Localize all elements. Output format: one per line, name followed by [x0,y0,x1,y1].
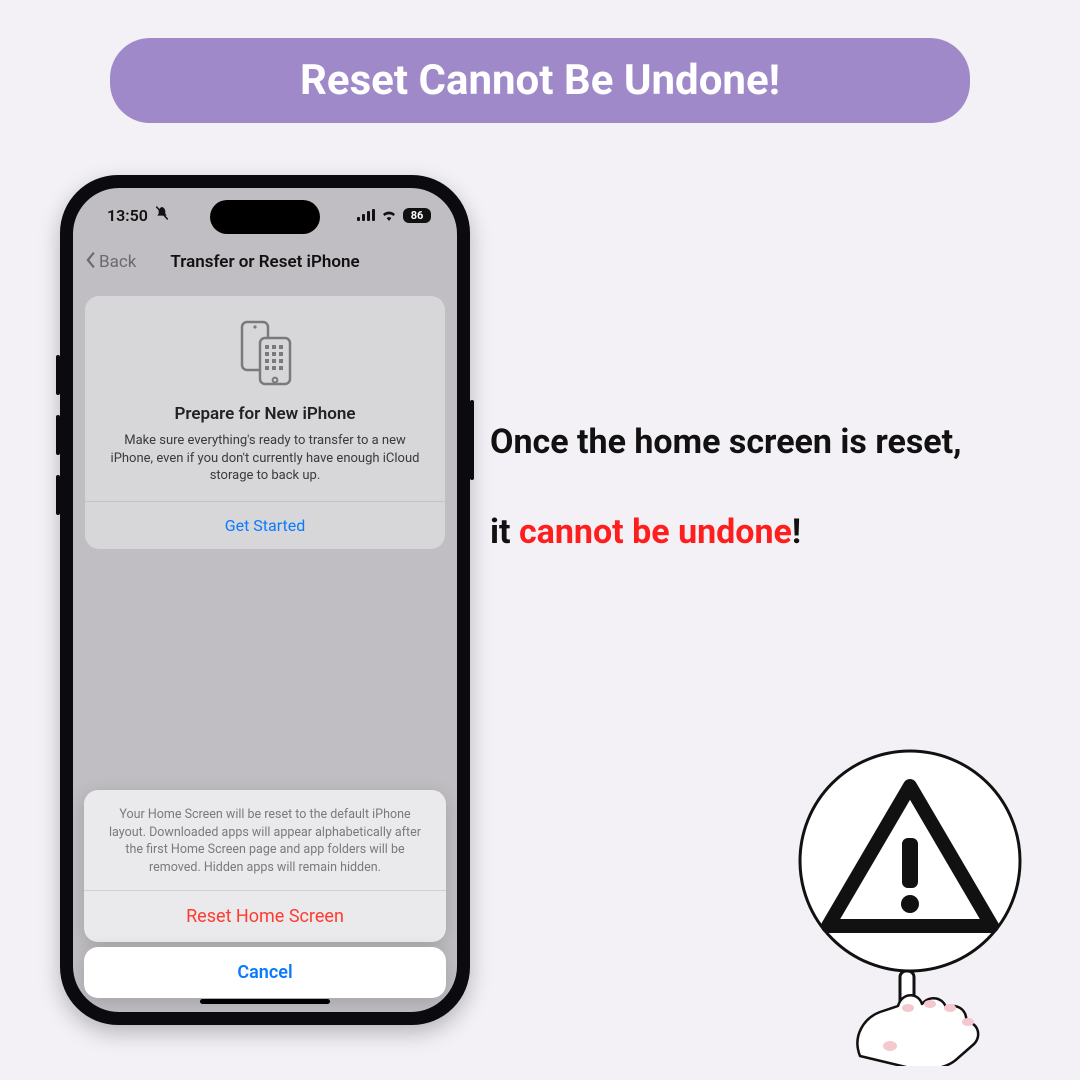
devices-icon [85,296,445,398]
explainer-copy: Once the home screen is reset, it cannot… [490,420,1050,554]
explainer-line2-prefix: it [490,512,519,552]
explainer-line2: it cannot be undone! [490,510,1050,554]
prepare-body: Make sure everything's ready to transfer… [107,432,423,485]
explainer-line2-suffix: ! [792,512,801,552]
iphone-screen: 13:50 86 Bac [73,188,457,1012]
cancel-button[interactable]: Cancel [84,947,446,998]
navigation-bar: Back Transfer or Reset iPhone [73,242,457,282]
get-started-button[interactable]: Get Started [85,501,445,549]
reset-home-screen-button[interactable]: Reset Home Screen [84,890,446,942]
headline-banner: Reset Cannot Be Undone! [110,38,970,123]
warning-sign-illustration [740,746,1040,1066]
silent-icon [154,205,170,225]
headline-text: Reset Cannot Be Undone! [300,56,780,105]
explainer-line2-emph: cannot be undone [519,512,792,552]
action-sheet-message: Your Home Screen will be reset to the de… [84,790,446,890]
home-indicator [200,999,330,1004]
dynamic-island [210,200,320,234]
prepare-heading: Prepare for New iPhone [105,404,425,424]
back-button[interactable]: Back [83,251,136,274]
explainer-line1: Once the home screen is reset, [490,420,1050,464]
nav-title: Transfer or Reset iPhone [170,252,359,272]
prepare-card: Prepare for New iPhone Make sure everyth… [85,296,445,549]
action-sheet-cancel: Cancel [84,947,446,998]
cellular-icon [357,209,375,221]
chevron-left-icon [83,251,97,274]
iphone-mockup: 13:50 86 Bac [60,175,470,1025]
battery-indicator: 86 [403,208,431,223]
action-sheet: Your Home Screen will be reset to the de… [84,790,446,942]
back-label: Back [99,252,136,272]
wifi-icon [381,206,397,225]
status-time: 13:50 [107,206,148,225]
